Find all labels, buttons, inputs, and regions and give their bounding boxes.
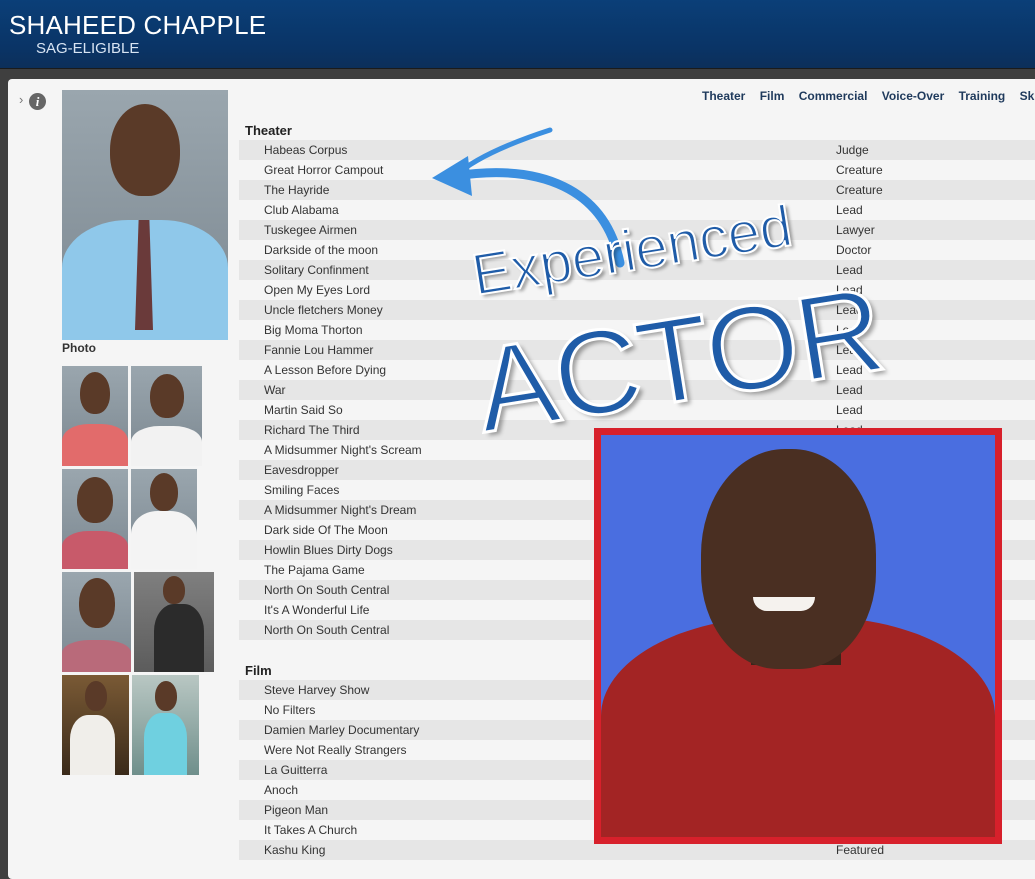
table-row: The Hayride Creature [239, 180, 1035, 200]
tab-voice-over[interactable]: Voice-Over [882, 89, 944, 103]
credit-title: Pigeon Man [264, 803, 329, 817]
film-heading: Film [245, 663, 272, 678]
credit-role: Judge [836, 143, 869, 157]
thumbnail-photo[interactable] [131, 366, 202, 466]
tab-film[interactable]: Film [760, 89, 785, 103]
credit-title: Habeas Corpus [264, 143, 348, 157]
credit-title: Uncle fletchers Money [264, 303, 383, 317]
table-row: Habeas Corpus Judge [239, 140, 1035, 160]
theater-heading: Theater [245, 123, 292, 138]
credit-title: Darkside of the moon [264, 243, 379, 257]
credit-role: Creature [836, 163, 883, 177]
credit-title: The Hayride [264, 183, 330, 197]
credit-title: Fannie Lou Hammer [264, 343, 374, 357]
credit-role: Lead [836, 403, 863, 417]
credit-title: It's A Wonderful Life [264, 603, 370, 617]
union-status: SAG-ELIGIBLE [36, 40, 140, 57]
credit-title: North On South Central [264, 583, 390, 597]
tab-commercial[interactable]: Commercial [799, 89, 868, 103]
credit-title: Big Moma Thorton [264, 323, 363, 337]
thumbnail-photo[interactable] [131, 469, 197, 569]
photo-caption: Photo [62, 341, 96, 355]
credit-title: Martin Said So [264, 403, 343, 417]
tab-training[interactable]: Training [959, 89, 1006, 103]
credit-title: Solitary Confinment [264, 263, 369, 277]
smile [753, 597, 815, 611]
credit-title: North On South Central [264, 623, 390, 637]
credit-title: Howlin Blues Dirty Dogs [264, 543, 393, 557]
profile-header: SHAHEED CHAPPLE SAG-ELIGIBLE [0, 0, 1035, 69]
credit-role: Doctor [836, 243, 872, 257]
credit-role: Featured [836, 843, 885, 857]
thumbnail-photo[interactable] [132, 675, 199, 775]
credit-title: Damien Marley Documentary [264, 723, 420, 737]
featured-portrait [594, 428, 1002, 844]
credit-title: Were Not Really Strangers [264, 743, 407, 757]
credit-title: Steve Harvey Show [264, 683, 370, 697]
section-tabs: Theater Film Commercial Voice-Over Train… [702, 89, 1035, 103]
credit-role: Creature [836, 183, 883, 197]
credit-title: La Guitterra [264, 763, 328, 777]
tab-skills[interactable]: Skil [1020, 89, 1035, 103]
credit-title: Tuskegee Airmen [264, 223, 357, 237]
credit-title: A Midsummer Night's Dream [264, 503, 417, 517]
credit-title: Richard The Third [264, 423, 360, 437]
credit-role: Lead [836, 203, 863, 217]
info-icon[interactable]: i [29, 93, 46, 110]
credit-title: Smiling Faces [264, 483, 340, 497]
credit-title: The Pajama Game [264, 563, 365, 577]
credit-title: Great Horror Campout [264, 163, 384, 177]
credit-title: No Filters [264, 703, 316, 717]
credit-title: Club Alabama [264, 203, 339, 217]
thumbnail-photo[interactable] [62, 469, 128, 569]
face [110, 104, 180, 196]
credit-title: Kashu King [264, 843, 326, 857]
face [701, 449, 876, 669]
thumbnail-photo[interactable] [62, 675, 129, 775]
credit-title: Dark side Of The Moon [264, 523, 388, 537]
tab-theater[interactable]: Theater [702, 89, 745, 103]
thumbnail-photo[interactable] [62, 572, 131, 672]
credit-title: It Takes A Church [264, 823, 358, 837]
credit-title: Anoch [264, 783, 299, 797]
credit-role: Lawyer [836, 223, 875, 237]
credit-title: War [264, 383, 286, 397]
thumbnail-photo[interactable] [62, 366, 128, 466]
credit-title: Eavesdropper [264, 463, 339, 477]
table-row: Great Horror Campout Creature [239, 160, 1035, 180]
credit-title: A Midsummer Night's Scream [264, 443, 422, 457]
credit-title: Open My Eyes Lord [264, 283, 371, 297]
chevron-right-icon[interactable]: › [19, 92, 23, 107]
thumbnail-photo[interactable] [134, 572, 214, 672]
main-headshot[interactable] [62, 90, 228, 340]
actor-name: SHAHEED CHAPPLE [9, 10, 267, 40]
credit-title: A Lesson Before Dying [264, 363, 387, 377]
